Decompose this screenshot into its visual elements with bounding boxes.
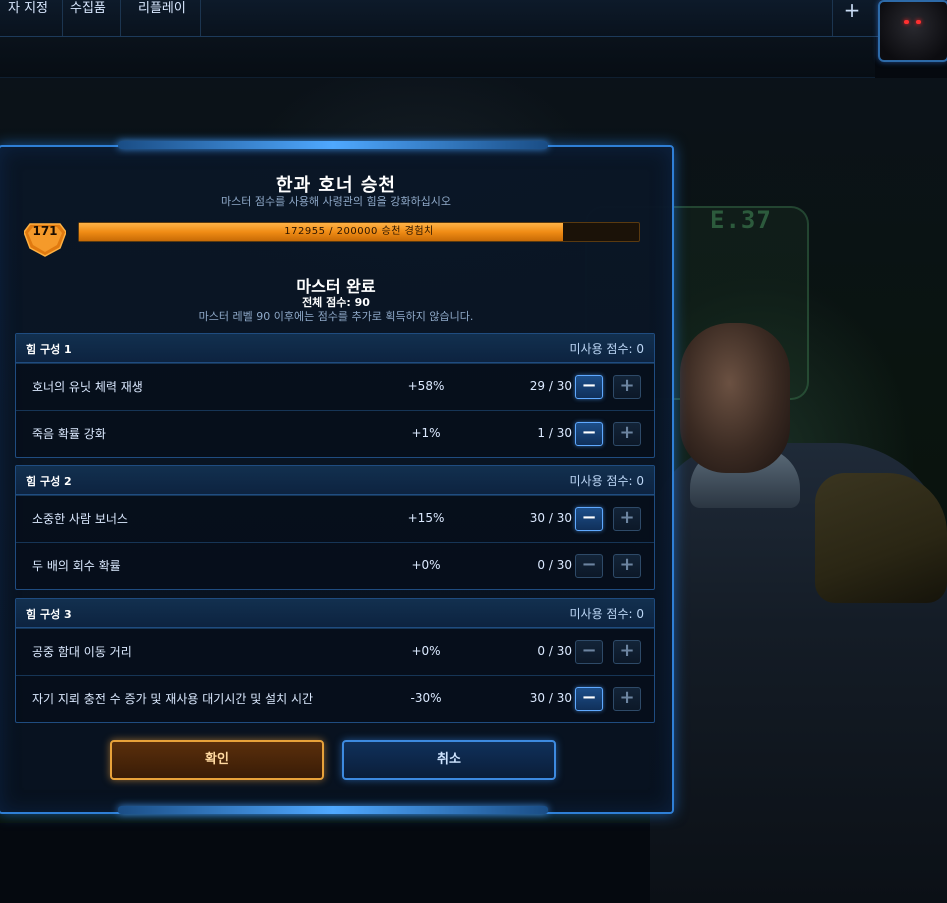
- cancel-button[interactable]: 취소: [342, 740, 556, 780]
- decrease-button[interactable]: −: [575, 554, 603, 578]
- portrait-eye-icon: [904, 20, 909, 24]
- increase-button[interactable]: +: [613, 554, 641, 578]
- decrease-button[interactable]: −: [575, 422, 603, 446]
- mastery-name: 죽음 확률 강화: [32, 427, 106, 441]
- mastery-name: 호너의 유닛 체력 재생: [32, 380, 143, 394]
- mastery-bonus: -30%: [410, 691, 442, 705]
- power-set-header: 힘 구성 3 미사용 점수: 0: [16, 599, 654, 628]
- commander-portrait-art: [650, 323, 947, 903]
- sub-navigation-bar: [0, 37, 875, 78]
- mastery-name: 공중 함대 이동 거리: [32, 645, 132, 659]
- mastery-row: 자기 지뢰 충전 수 증가 및 재사용 대기시간 및 설치 시간 -30% 30…: [16, 675, 654, 722]
- increase-button[interactable]: +: [613, 507, 641, 531]
- mastery-name: 자기 지뢰 충전 수 증가 및 재사용 대기시간 및 설치 시간: [32, 692, 314, 706]
- increase-button[interactable]: +: [613, 375, 641, 399]
- increase-button[interactable]: +: [613, 687, 641, 711]
- level-number: 171: [32, 224, 58, 238]
- mastery-note: 마스터 레벨 90 이후에는 점수를 추가로 획득하지 않습니다.: [198, 310, 474, 323]
- xp-progress-text: 172955 / 200000 승천 경험치: [284, 226, 434, 237]
- tab-customize[interactable]: 자 지정: [0, 0, 64, 36]
- tab-collection[interactable]: 수집품: [56, 0, 121, 36]
- mastery-points: 0 / 30: [537, 644, 572, 658]
- unused-points: 미사용 점수: 0: [569, 342, 644, 356]
- mastery-bonus: +0%: [411, 558, 441, 572]
- decrease-button[interactable]: −: [575, 507, 603, 531]
- mastery-row: 호너의 유닛 체력 재생 +58% 29 / 30 − +: [16, 363, 654, 410]
- unused-points: 미사용 점수: 0: [569, 474, 644, 488]
- bunker-label: E.37: [710, 206, 772, 234]
- power-set-3: 힘 구성 3 미사용 점수: 0 공중 함대 이동 거리 +0% 0 / 30 …: [15, 598, 655, 723]
- confirm-button[interactable]: 확인: [110, 740, 324, 780]
- player-portrait[interactable]: [878, 0, 947, 62]
- mastery-row: 두 배의 회수 확률 +0% 0 / 30 − +: [16, 542, 654, 589]
- mastery-name: 두 배의 회수 확률: [32, 559, 121, 573]
- tab-replays[interactable]: 리플레이: [124, 0, 201, 36]
- power-set-1: 힘 구성 1 미사용 점수: 0 호너의 유닛 체력 재생 +58% 29 / …: [15, 333, 655, 458]
- dialog-top-ornament: [118, 141, 548, 149]
- mastery-points: 29 / 30: [529, 379, 572, 393]
- add-tab-button[interactable]: +: [832, 0, 871, 36]
- power-set-header: 힘 구성 2 미사용 점수: 0: [16, 466, 654, 495]
- mastery-bonus: +1%: [411, 426, 441, 440]
- mastery-points: 1 / 30: [537, 426, 572, 440]
- power-set-2: 힘 구성 2 미사용 점수: 0 소중한 사람 보너스 +15% 30 / 30…: [15, 465, 655, 590]
- top-navigation-bar: 자 지정 수집품 리플레이 +: [0, 0, 947, 37]
- commander-head: [680, 323, 790, 473]
- mastery-bonus: +58%: [407, 379, 445, 393]
- mastery-dialog: 한과 호너 승천 마스터 점수를 사용해 사령관의 힘을 강화하십시오 171 …: [0, 141, 674, 814]
- dialog-bottom-ornament: [118, 806, 548, 814]
- mastery-points: 0 / 30: [537, 558, 572, 572]
- power-set-name: 힘 구성 1: [26, 343, 72, 356]
- mastery-row: 죽음 확률 강화 +1% 1 / 30 − +: [16, 410, 654, 457]
- decrease-button[interactable]: −: [575, 640, 603, 664]
- mastery-bonus: +0%: [411, 644, 441, 658]
- power-set-header: 힘 구성 1 미사용 점수: 0: [16, 334, 654, 363]
- mastery-bonus: +15%: [407, 511, 445, 525]
- mastery-points: 30 / 30: [529, 511, 572, 525]
- increase-button[interactable]: +: [613, 640, 641, 664]
- power-set-name: 힘 구성 2: [26, 475, 72, 488]
- decrease-button[interactable]: −: [575, 687, 603, 711]
- decrease-button[interactable]: −: [575, 375, 603, 399]
- power-set-name: 힘 구성 3: [26, 608, 72, 621]
- dialog-subtitle: 마스터 점수를 사용해 사령관의 힘을 강화하십시오: [220, 195, 451, 208]
- mastery-points: 30 / 30: [529, 691, 572, 705]
- increase-button[interactable]: +: [613, 422, 641, 446]
- xp-progress-bar: 172955 / 200000 승천 경험치: [78, 222, 640, 242]
- portrait-eye-icon: [916, 20, 921, 24]
- unused-points: 미사용 점수: 0: [569, 607, 644, 621]
- commander-shoulder-pad: [815, 473, 947, 603]
- mastery-row: 공중 함대 이동 거리 +0% 0 / 30 − +: [16, 628, 654, 675]
- mastery-name: 소중한 사람 보너스: [32, 512, 128, 526]
- mastery-row: 소중한 사람 보너스 +15% 30 / 30 − +: [16, 495, 654, 542]
